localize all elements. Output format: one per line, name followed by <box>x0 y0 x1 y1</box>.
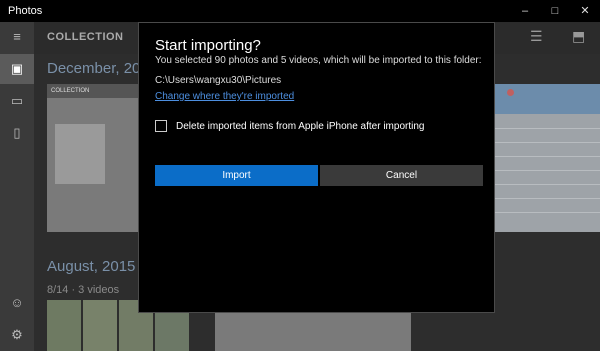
folders-icon[interactable]: ▯ <box>0 118 34 148</box>
explorer-row-divider <box>494 198 600 199</box>
explorer-row-divider <box>494 156 600 157</box>
photo-thumbnail[interactable] <box>83 300 117 351</box>
albums-icon[interactable]: ▭ <box>0 86 34 116</box>
import-icon[interactable]: ⬒ <box>572 28 585 45</box>
delete-after-import-checkbox[interactable] <box>155 120 167 132</box>
collection-icon[interactable]: ▣ <box>0 54 34 84</box>
explorer-row-divider <box>494 212 600 213</box>
dialog-title: Start importing? <box>155 37 261 54</box>
screenshot-thumbnail-header: COLLECTION <box>47 84 139 98</box>
close-button[interactable]: ✕ <box>570 0 600 22</box>
page-title: COLLECTION <box>47 31 124 43</box>
hamburger-menu-icon[interactable]: ≡ <box>0 22 34 52</box>
explorer-ribbon <box>494 84 600 114</box>
screenshot-thumbnail-grid <box>55 124 105 184</box>
explorer-thumbnail[interactable] <box>494 84 600 232</box>
delete-after-import-label[interactable]: Delete imported items from Apple iPhone … <box>176 121 424 132</box>
import-button[interactable]: Import <box>155 165 318 186</box>
cancel-button[interactable]: Cancel <box>320 165 483 186</box>
title-bar: Photos – □ ✕ <box>0 0 600 22</box>
select-icon[interactable]: ☰ <box>530 28 543 45</box>
section-meta-august: 8/14 · 3 videos <box>47 284 120 296</box>
explorer-row-divider <box>494 170 600 171</box>
explorer-row-divider <box>494 128 600 129</box>
app-title: Photos <box>8 5 43 17</box>
navigation-rail: ≡ ▣ ▭ ▯ ☺ ⚙ <box>0 22 34 351</box>
maximize-button[interactable]: □ <box>540 0 570 22</box>
explorer-row-divider <box>494 184 600 185</box>
section-month-august: August, 2015 <box>47 258 136 275</box>
import-dialog: Start importing? You selected 90 photos … <box>138 22 495 313</box>
account-icon[interactable]: ☺ <box>0 288 34 318</box>
import-folder-path: C:\Users\wangxu30\Pictures <box>155 75 282 86</box>
notification-dot <box>507 89 514 96</box>
settings-icon[interactable]: ⚙ <box>0 320 34 350</box>
screenshot-thumbnail[interactable]: COLLECTION <box>47 84 139 232</box>
explorer-row-divider <box>494 142 600 143</box>
minimize-button[interactable]: – <box>510 0 540 22</box>
photo-thumbnail[interactable] <box>47 300 81 351</box>
change-location-link[interactable]: Change where they're imported <box>155 91 294 102</box>
dialog-subtitle: You selected 90 photos and 5 videos, whi… <box>155 55 482 66</box>
